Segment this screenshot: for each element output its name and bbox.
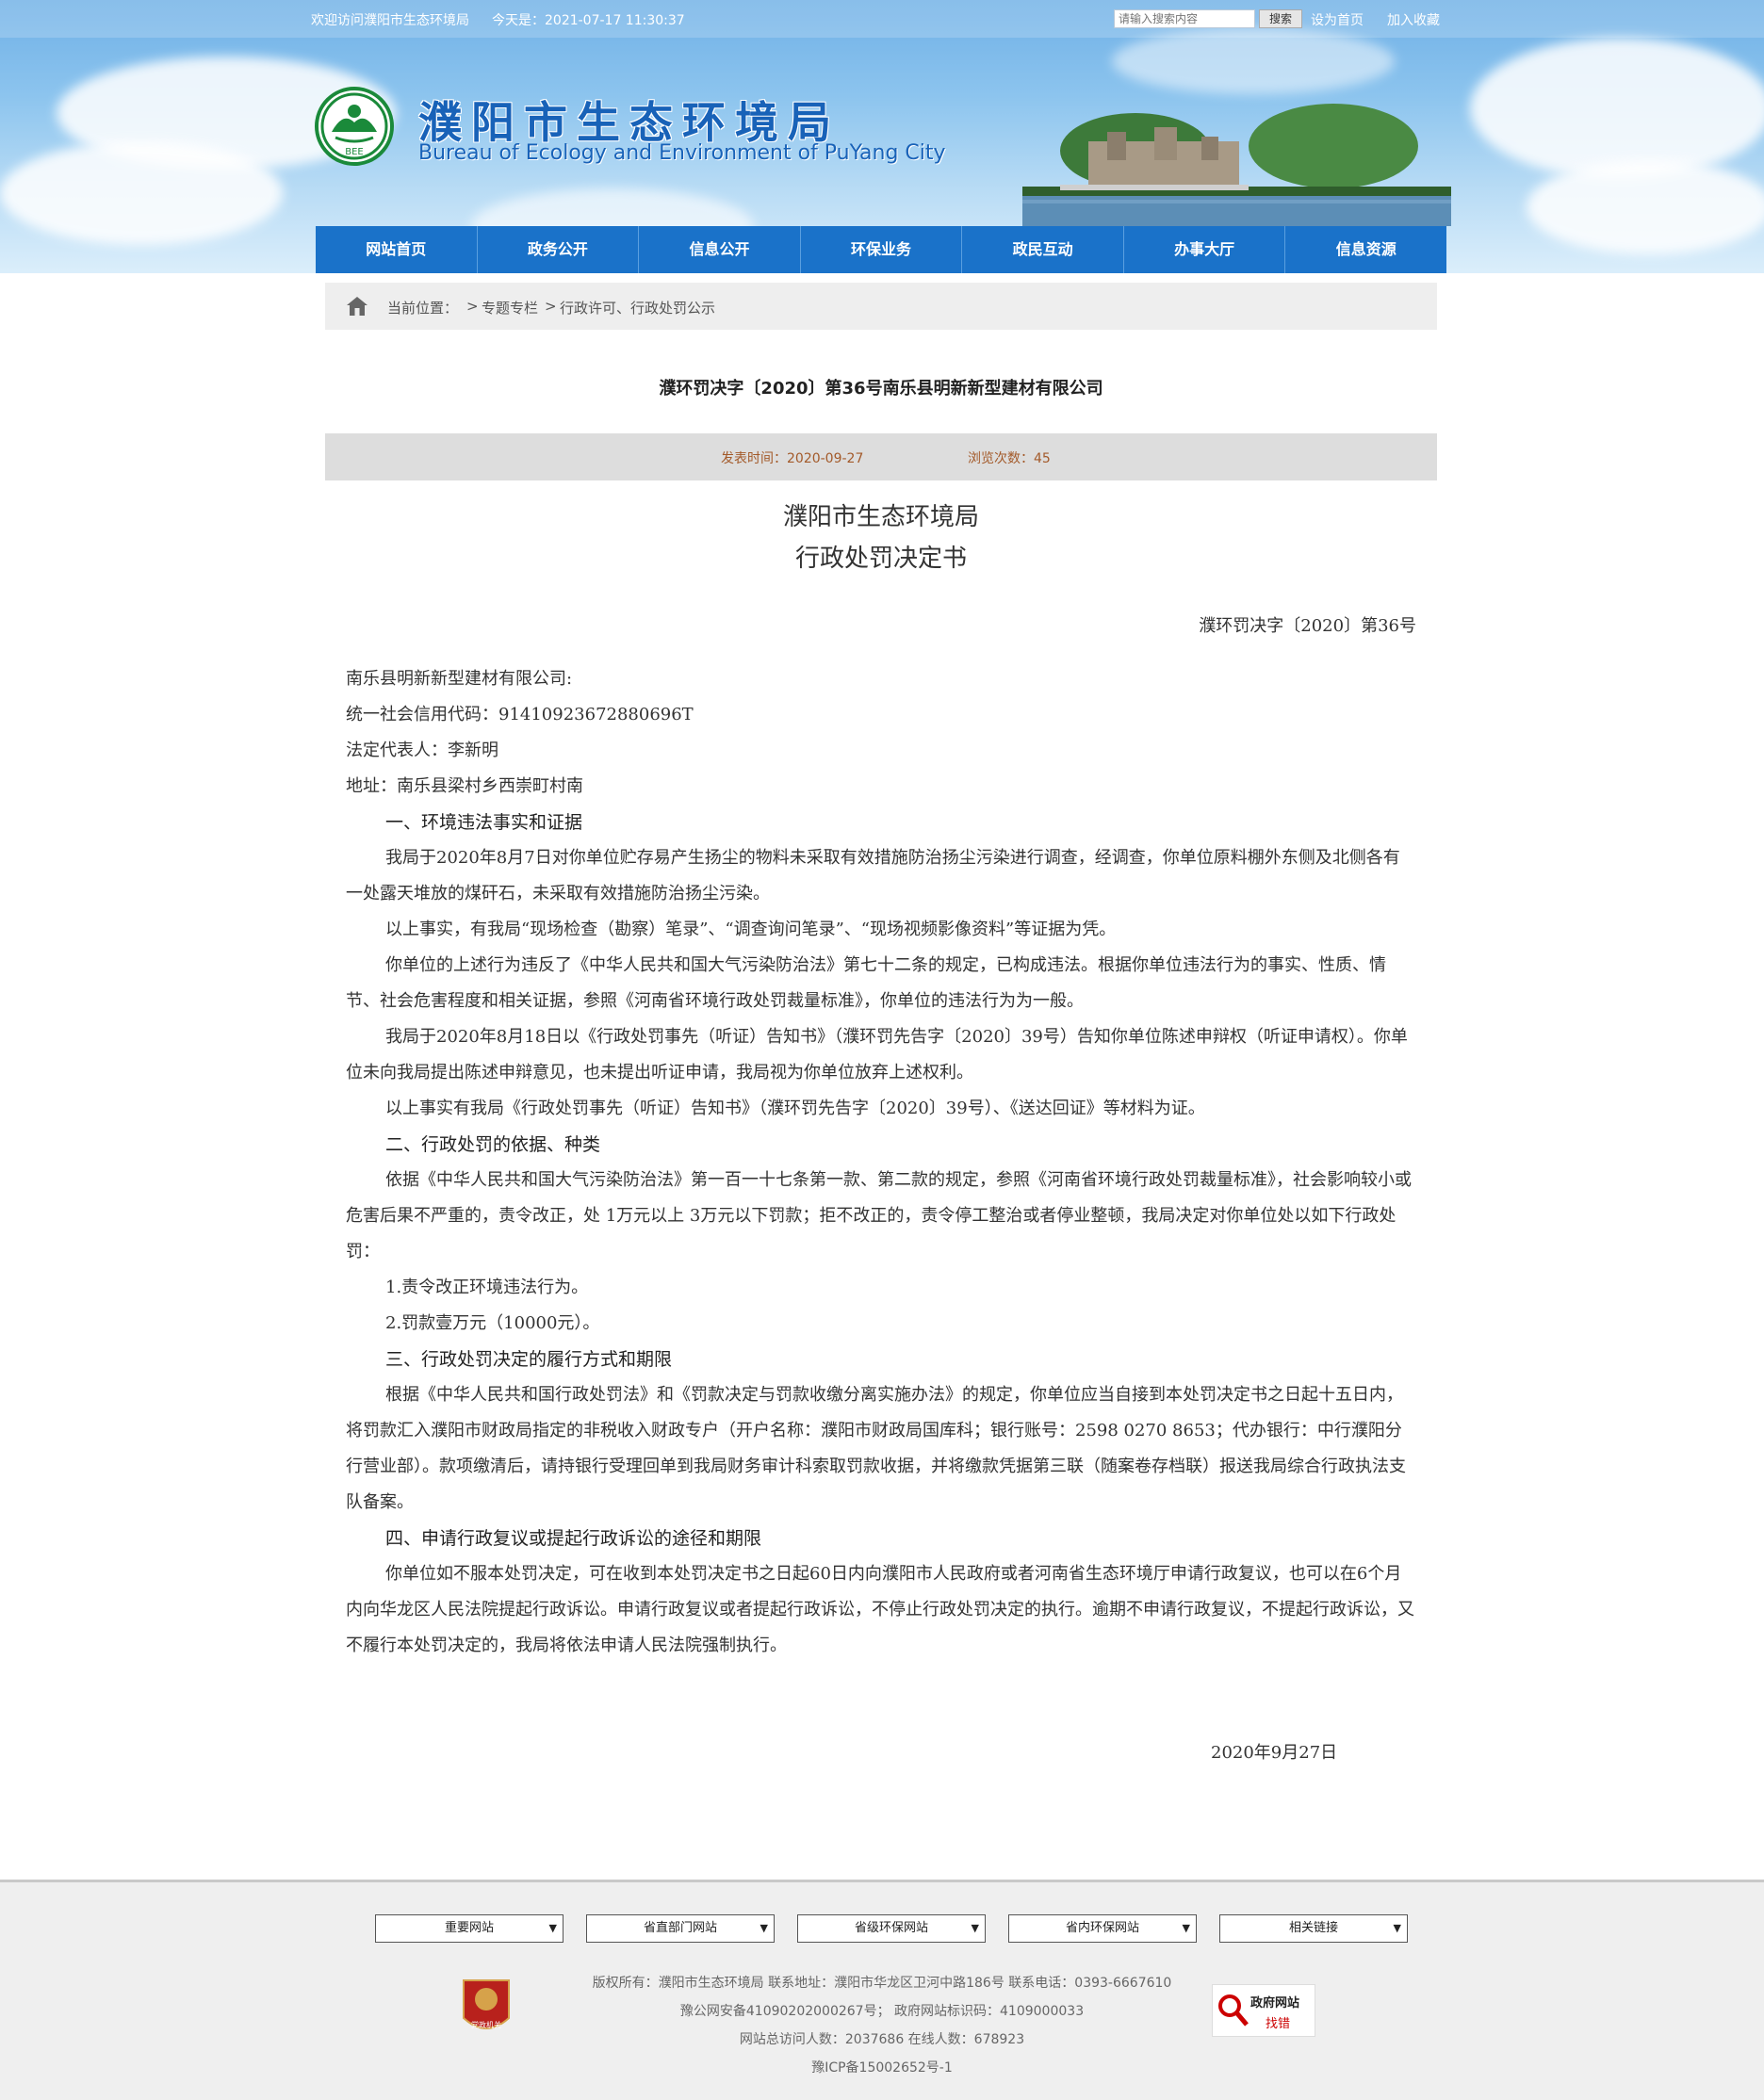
body-paragraph: 你单位如不服本处罚决定，可在收到本处罚决定书之日起60日内向濮阳市人民政府或者河… — [346, 1564, 1414, 1655]
publish-date: 发表时间：2020-09-27 — [721, 448, 863, 467]
footer: 重要网站 ▼ 省直部门网站 ▼ 省级环保网站 ▼ 省内环保网站 ▼ 相关链接 ▼ 党政机关… — [0, 1880, 1764, 2100]
body-paragraph: 依据《中华人民共和国大气污染防治法》第一百一十七条第一款、第二款的规定，参照《河… — [346, 1170, 1412, 1262]
footer-icp[interactable]: 豫ICP备15002652号-1 — [0, 2058, 1764, 2076]
body-paragraph: 以上事实有我局《行政处罚事先（听证）告知书》（濮环罚先告字〔2020〕39号）、… — [385, 1099, 1205, 1118]
breadcrumb-item-special-topics[interactable]: 专题专栏 — [482, 298, 538, 317]
search-input[interactable] — [1114, 9, 1255, 28]
add-favorite-link[interactable]: 加入收藏 — [1387, 10, 1440, 29]
section-heading: 三、行政处罚决定的履行方式和期限 — [385, 1349, 673, 1370]
nav-information-disclosure[interactable]: 信息公开 — [639, 226, 801, 273]
body-paragraph: 1.责令改正环境违法行为。 — [385, 1278, 589, 1297]
select-provincial-env-sites-label: 省级环保网站 — [854, 1921, 928, 1935]
home-icon — [347, 297, 368, 316]
chevron-down-icon: ▼ — [1393, 1922, 1401, 1934]
set-home-link[interactable]: 设为首页 — [1311, 10, 1364, 29]
select-important-sites-label: 重要网站 — [444, 1921, 494, 1935]
body-paragraph: 我局于2020年8月18日以《行政处罚事先（听证）告知书》（濮环罚先告字〔202… — [346, 1027, 1408, 1083]
document-body: 南乐县明新新型建材有限公司: 统一社会信用代码：91410923672880696… — [346, 661, 1416, 1664]
document-organization: 濮阳市生态环境局 — [782, 503, 979, 531]
nav-government-affairs[interactable]: 政务公开 — [478, 226, 640, 273]
select-related-links[interactable]: 相关链接 ▼ — [1219, 1914, 1408, 1943]
party-badge-text: 党政机关 — [471, 2020, 501, 2029]
select-important-sites[interactable]: 重要网站 ▼ — [375, 1914, 564, 1943]
welcome-text: 欢迎访问濮阳市生态环境局 — [311, 13, 469, 28]
nav-service-hall[interactable]: 办事大厅 — [1124, 226, 1286, 273]
document-number: 濮环罚决字〔2020〕第36号 — [1199, 616, 1416, 636]
footer-copyright: 版权所有：濮阳市生态环境局 联系地址：濮阳市华龙区卫河中路186号 联系电话：0… — [592, 1976, 1172, 1991]
search-button[interactable]: 搜索 — [1259, 9, 1302, 28]
views-label: 浏览次数： — [968, 451, 1034, 466]
main-nav: 网站首页 政务公开 信息公开 环保业务 政民互动 办事大厅 信息资源 — [316, 226, 1446, 273]
body-paragraph: 地址：南乐县梁村乡西崇町村南 — [346, 776, 583, 796]
select-in-province-env-sites-label: 省内环保网站 — [1065, 1921, 1139, 1935]
body-paragraph: 2.罚款壹万元（10000元）。 — [385, 1313, 600, 1333]
signature-date: 2020年9月27日 — [1211, 1743, 1338, 1763]
magnifier-icon — [1218, 1994, 1249, 2027]
section-heading: 四、申请行政复议或提起行政诉讼的途径和期限 — [385, 1528, 762, 1549]
main-content: 当前位置： > 专题专栏 > 行政许可、行政处罚公示 濮环罚决字〔2020〕第3… — [316, 273, 1446, 1880]
article-meta-bar: 发表时间：2020-09-27 浏览次数：45 — [325, 433, 1437, 480]
breadcrumb-separator: > — [466, 298, 479, 315]
header-landscape-image — [1022, 94, 1451, 226]
body-paragraph: 我局于2020年8月7日对你单位贮存易产生扬尘的物料未采取有效措施防治扬尘污染进… — [346, 848, 1400, 903]
nav-information-resources[interactable]: 信息资源 — [1285, 226, 1446, 273]
find-error-label: 找错 — [1266, 2017, 1291, 2031]
breadcrumb-label: 当前位置： — [387, 300, 459, 317]
today-value: 2021-07-17 11:30:37 — [545, 13, 685, 28]
site-subtitle: Bureau of Ecology and Environment of PuY… — [418, 141, 946, 165]
nav-environmental-business[interactable]: 环保业务 — [801, 226, 963, 273]
body-paragraph: 统一社会信用代码：91410923672880696T — [346, 705, 694, 724]
section-heading: 一、环境违法事实和证据 — [385, 812, 583, 833]
body-paragraph: 南乐县明新新型建材有限公司: — [346, 669, 573, 689]
nav-home[interactable]: 网站首页 — [316, 226, 478, 273]
gov-site-error-report-badge[interactable]: 政府网站 找错 — [1212, 1984, 1315, 2037]
document-type: 行政处罚决定书 — [794, 545, 967, 573]
today-datetime: 今天是：2021-07-17 11:30:37 — [492, 10, 685, 29]
today-label: 今天是： — [492, 13, 545, 28]
select-in-province-env-sites[interactable]: 省内环保网站 ▼ — [1008, 1914, 1197, 1943]
section-heading: 二、行政处罚的依据、种类 — [385, 1134, 601, 1155]
breadcrumb-item-penalty-disclosure[interactable]: 行政许可、行政处罚公示 — [560, 298, 715, 317]
chevron-down-icon: ▼ — [760, 1922, 768, 1934]
footer-visit-stats: 网站总访问人数：2037686 在线人数：678923 — [739, 2032, 1025, 2047]
breadcrumb: 当前位置： > 专题专栏 > 行政许可、行政处罚公示 — [325, 283, 1437, 330]
body-paragraph: 法定代表人：李新明 — [346, 741, 498, 760]
body-paragraph: 你单位的上述行为违反了《中华人民共和国大气污染防治法》第七十二条的规定，已构成违… — [346, 955, 1386, 1011]
select-provincial-departments[interactable]: 省直部门网站 ▼ — [586, 1914, 775, 1943]
views-value: 45 — [1034, 451, 1051, 466]
select-related-links-label: 相关链接 — [1288, 1921, 1338, 1935]
chevron-down-icon: ▼ — [548, 1922, 557, 1934]
bureau-emblem-icon: BEE — [315, 87, 394, 166]
chevron-down-icon: ▼ — [1182, 1922, 1190, 1934]
emblem-text: BEE — [345, 147, 364, 157]
publish-date-value: 2020-09-27 — [787, 451, 864, 466]
body-paragraph: 根据《中华人民共和国行政处罚法》和《罚款决定与罚款收缴分离实施办法》的规定，你单… — [346, 1385, 1406, 1512]
body-paragraph: 以上事实，有我局“现场检查（勘察）笔录”、“调查询问笔录”、“现场视频影像资料”… — [385, 920, 1117, 939]
footer-police-record: 豫公网安备41090202000267号； 政府网站标识码：4109000033 — [679, 2004, 1085, 2019]
top-bar: 欢迎访问濮阳市生态环境局 今天是：2021-07-17 11:30:37 搜索 … — [0, 0, 1764, 38]
breadcrumb-separator: > — [545, 298, 557, 315]
view-count: 浏览次数：45 — [968, 448, 1051, 467]
nav-public-interaction[interactable]: 政民互动 — [962, 226, 1124, 273]
gov-site-badge-label: 政府网站 — [1250, 1996, 1300, 2010]
publish-label: 发表时间： — [721, 451, 787, 466]
select-provincial-env-sites[interactable]: 省级环保网站 ▼ — [797, 1914, 986, 1943]
chevron-down-icon: ▼ — [971, 1922, 979, 1934]
article-title: 濮环罚决字〔2020〕第36号南乐县明新新型建材有限公司 — [659, 379, 1103, 399]
select-provincial-departments-label: 省直部门网站 — [643, 1921, 717, 1935]
